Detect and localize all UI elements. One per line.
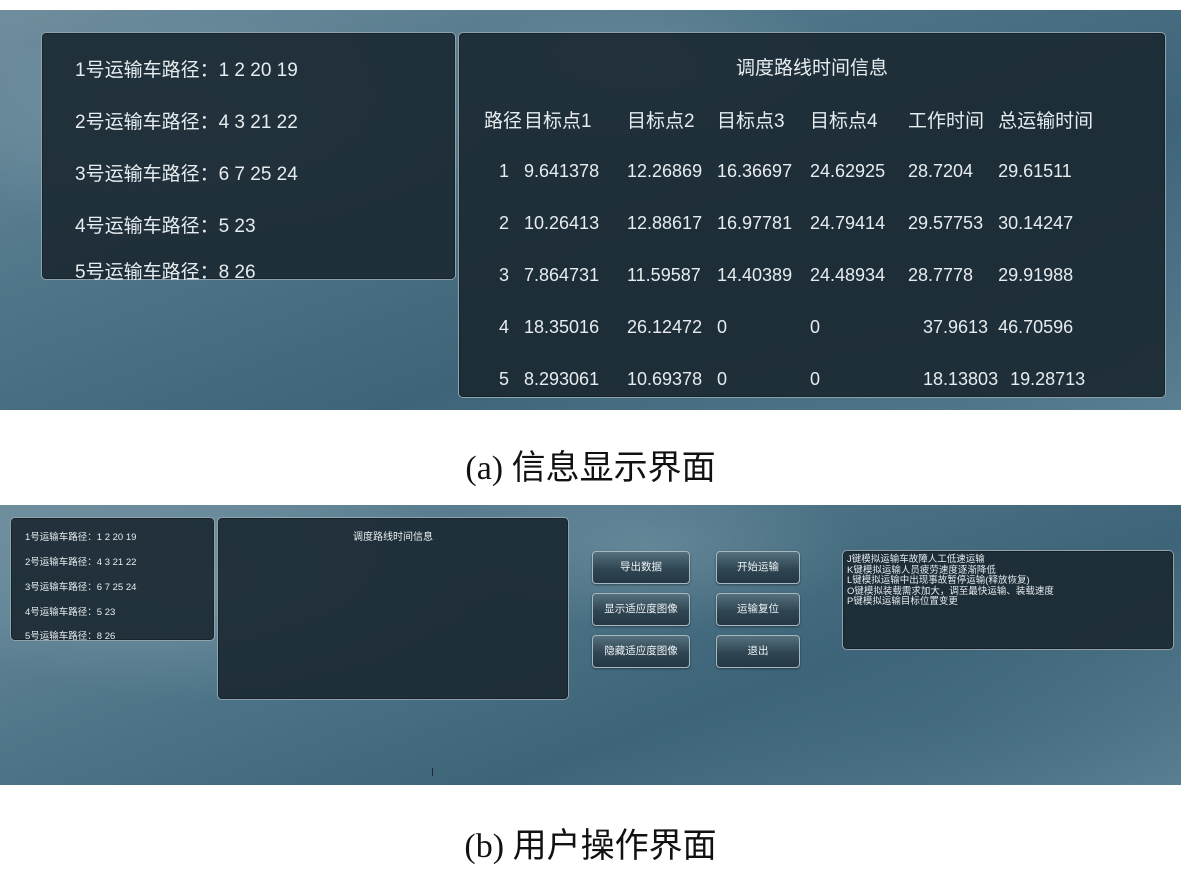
table-cell: 18.35016	[524, 316, 600, 337]
table-cell: 1	[499, 160, 510, 181]
route-line: 5号运输车路径：8 26	[75, 262, 256, 283]
route-list-panel: 1号运输车路径：1 2 20 19 2号运输车路径：4 3 21 22 3号运输…	[41, 32, 456, 283]
column-header: 目标点2	[627, 110, 695, 132]
table-cell: 9.641378	[524, 160, 600, 181]
table-cell: 0	[810, 368, 821, 389]
table-cell: 24.62925	[810, 160, 886, 181]
table-row: 3 7.864731 11.59587 14.40389 24.48934 28…	[484, 249, 1113, 301]
route-time-title: 调度路线时间信息	[353, 532, 433, 543]
route-line: 2号运输车路径：4 3 21 22	[25, 557, 137, 568]
column-header: 路径	[484, 110, 523, 132]
cursor-mark	[432, 768, 433, 776]
table-cell: 29.91988	[998, 264, 1074, 285]
table-row: 5 8.293061 10.69378 0 0 18.13803 19.2871…	[484, 353, 1113, 405]
table-cell: 8.293061	[524, 368, 600, 389]
table-cell: 10.26413	[524, 212, 600, 233]
table-cell: 29.57753	[908, 212, 984, 233]
table-row: 2 10.26413 12.88617 16.97781 24.79414 29…	[484, 197, 1113, 249]
route-time-panel: 调度路线时间信息	[217, 517, 569, 700]
table-cell: 28.7204	[908, 160, 974, 181]
table-cell: 0	[717, 368, 728, 389]
show-fitness-chart-button[interactable]: 显示适应度图像	[592, 593, 690, 626]
route-line: 1号运输车路径：1 2 20 19	[75, 60, 298, 81]
table-cell: 5	[499, 368, 510, 389]
key-hint: L键模拟运输中出现事故暂停运输(释放恢复)	[847, 575, 1030, 586]
table-cell: 7.864731	[524, 264, 600, 285]
route-time-table: 路径 目标点1 目标点2 目标点3 目标点4 工作时间 总运输时间 1 9.64…	[484, 93, 1113, 405]
table-cell: 18.13803	[923, 368, 999, 389]
key-hint: J键模拟运输车故障人工低速运输	[847, 554, 985, 565]
table-cell: 0	[717, 316, 728, 337]
table-cell: 29.61511	[998, 160, 1072, 181]
table-cell: 24.79414	[810, 212, 886, 233]
table-header-row: 路径 目标点1 目标点2 目标点3 目标点4 工作时间 总运输时间	[484, 93, 1113, 145]
export-data-button[interactable]: 导出数据	[592, 551, 690, 584]
table-cell: 16.97781	[717, 212, 793, 233]
table-cell: 37.9613	[923, 316, 989, 337]
route-line: 5号运输车路径：8 26	[25, 631, 116, 642]
table-cell: 28.7778	[908, 264, 974, 285]
info-display-screenshot: 1号运输车路径：1 2 20 19 2号运输车路径：4 3 21 22 3号运输…	[0, 10, 1181, 410]
route-line: 4号运输车路径：5 23	[75, 216, 256, 237]
user-operation-screenshot: 1号运输车路径：1 2 20 19 2号运输车路径：4 3 21 22 3号运输…	[0, 505, 1181, 785]
key-hint: P键模拟运输目标位置变更	[847, 596, 958, 607]
start-transport-button[interactable]: 开始运输	[716, 551, 800, 584]
reset-transport-button[interactable]: 运输复位	[716, 593, 800, 626]
column-header: 目标点3	[717, 110, 785, 132]
route-line: 3号运输车路径：6 7 25 24	[75, 164, 298, 185]
table-cell: 46.70596	[998, 316, 1074, 337]
caption-info-display: (a) 信息显示界面	[465, 450, 716, 487]
table-cell: 12.88617	[627, 212, 703, 233]
table-cell: 4	[499, 316, 510, 337]
table-cell: 14.40389	[717, 264, 793, 285]
table-cell: 0	[810, 316, 821, 337]
column-header: 目标点1	[524, 110, 592, 132]
route-line: 4号运输车路径：5 23	[25, 607, 116, 618]
caption-user-operation: (b) 用户操作界面	[464, 828, 717, 865]
column-header: 总运输时间	[998, 110, 1094, 132]
table-cell: 26.12472	[627, 316, 703, 337]
route-time-title: 调度路线时间信息	[735, 58, 888, 79]
exit-button[interactable]: 退出	[716, 635, 800, 668]
table-cell: 11.59587	[627, 264, 701, 285]
route-time-panel: 调度路线时间信息 路径 目标点1 目标点2 目标点3 目标点4 工作时间 总运输…	[458, 32, 1166, 398]
hide-fitness-chart-button[interactable]: 隐藏适应度图像	[592, 635, 690, 668]
route-list-panel: 1号运输车路径：1 2 20 19 2号运输车路径：4 3 21 22 3号运输…	[10, 517, 215, 642]
table-row: 4 18.35016 26.12472 0 0 37.9613 46.70596	[484, 301, 1113, 353]
table-cell: 2	[499, 212, 510, 233]
table-cell: 24.48934	[810, 264, 886, 285]
column-header: 目标点4	[810, 110, 878, 132]
table-cell: 30.14247	[998, 212, 1074, 233]
route-line: 2号运输车路径：4 3 21 22	[75, 112, 298, 133]
table-cell: 12.26869	[627, 160, 703, 181]
route-line: 1号运输车路径：1 2 20 19	[25, 532, 137, 543]
column-header: 工作时间	[908, 110, 985, 132]
route-line: 3号运输车路径：6 7 25 24	[25, 582, 137, 593]
table-cell: 16.36697	[717, 160, 793, 181]
table-cell: 19.28713	[1010, 368, 1086, 389]
table-cell: 10.69378	[627, 368, 703, 389]
key-hints-panel: J键模拟运输车故障人工低速运输 K键模拟运输人员疲劳速度逐渐降低 L键模拟运输中…	[842, 550, 1174, 650]
table-row: 1 9.641378 12.26869 16.36697 24.62925 28…	[484, 145, 1113, 197]
table-cell: 3	[499, 264, 510, 285]
